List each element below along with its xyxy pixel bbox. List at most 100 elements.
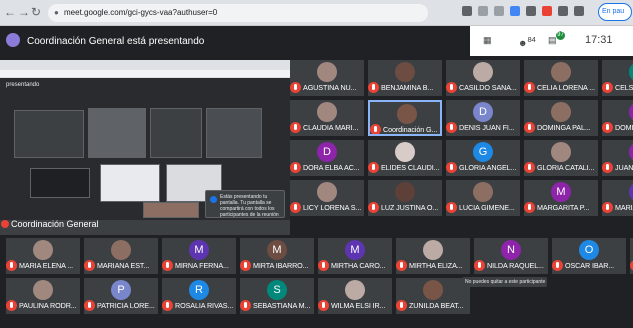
avatar: D [629,102,633,122]
mic-off-icon [396,260,407,271]
participant-name: CELSA I [615,83,633,92]
shared-screen[interactable]: presentando Estás presentando tu pantall… [0,60,290,235]
extension-icon[interactable] [510,6,520,16]
participant-tile[interactable]: N NILDA RAQUEL... [474,238,548,274]
participant-tile[interactable]: P PATRICIA LORE... [84,278,158,314]
participant-tile[interactable]: ZUNILDA BEAT... [396,278,470,314]
participant-tile[interactable]: MARIANA EST... [84,238,158,274]
avatar: R [189,280,209,300]
puzzle-icon[interactable] [558,6,568,16]
reload-icon[interactable]: ↻ [31,5,41,19]
mic-off-icon [446,122,457,133]
participant-tile[interactable]: M MIRNA FERNA... [162,238,236,274]
participant-tile[interactable]: WILMA ELSI IR... [318,278,392,314]
shared-window [143,202,199,218]
mic-off-icon [162,300,173,311]
participant-tile[interactable]: M MIRTHA CARO... [318,238,392,274]
participant-name: MIRTHA CARO... [331,261,386,270]
avatar: M [189,240,209,260]
participant-tile[interactable]: CELIA LORENA ... [524,60,598,96]
people-count: 84 [527,35,536,44]
participant-tile[interactable]: MMARIA [602,180,633,216]
participant-name: NILDA RAQUEL... [487,261,544,270]
avatar-photo [423,280,443,300]
participant-tile[interactable]: DOMINGA PAL... [524,100,598,136]
participant-tile[interactable]: D DORA ELBA AC... [290,140,364,176]
participant-name: DOMITI [615,123,633,132]
mic-off-icon [602,162,613,173]
participant-tile[interactable]: CASILDO SANA... [446,60,520,96]
participant-tile[interactable]: M MARGARITA P... [524,180,598,216]
extension-icon[interactable] [526,6,536,16]
participant-tile[interactable]: D DENIS JUAN FI... [446,100,520,136]
participant-tile[interactable]: Coordinación G... [368,100,442,136]
participant-tile[interactable]: S SEBASTIANA M... [240,278,314,314]
participant-tile[interactable]: GLORIA CATALI... [524,140,598,176]
shared-window [150,108,202,158]
participant-name: JUANA [615,163,633,172]
people-icon[interactable]: ☻84 [518,35,536,48]
mic-off-icon [602,82,613,93]
participant-name: GLORIA ANGEL... [459,163,517,172]
extension-icon[interactable] [494,6,504,16]
shared-url-bar [0,70,290,78]
profile-button[interactable]: En pau [598,3,632,21]
mic-off-icon [446,82,457,93]
back-icon[interactable]: ← [4,5,16,19]
forward-icon[interactable]: → [18,5,30,19]
participant-name: CLAUDIA MARI... [303,123,359,132]
participant-name: WILMA ELSI IR... [331,301,386,310]
participant-name: PATRICIA LORE... [97,301,155,310]
mic-off-icon [552,260,563,271]
lock-icon: ● [54,8,59,17]
participant-tile[interactable]: LUCIA GIMENE... [446,180,520,216]
camera-icon[interactable] [462,6,472,16]
mic-off-icon [368,162,379,173]
participant-tile[interactable]: BENJAMINA B... [368,60,442,96]
mic-off-icon [524,82,535,93]
media-icon[interactable] [574,6,584,16]
avatar-photo [423,240,443,260]
mic-off-icon [368,202,379,213]
clock: 17:31 [585,34,613,46]
avatar-photo [317,62,337,82]
extension-icon[interactable] [542,6,552,16]
participant-tile[interactable]: MARIA ELENA ... [6,238,80,274]
avatar: N [501,240,521,260]
participant-name: DOMINGA PAL... [537,123,591,132]
grid-layout-icon[interactable]: ▦ [483,35,492,46]
participant-name: MARIA [615,203,633,212]
participant-tile[interactable]: M MIRTA IBARRO... [240,238,314,274]
mic-off-icon [318,260,329,271]
participant-tile[interactable]: DDOMITI [602,100,633,136]
mic-off-icon [240,300,251,311]
participant-tile[interactable]: R ROSALIA RIVAS... [162,278,236,314]
participant-tile[interactable]: CLAUDIA MARI... [290,100,364,136]
presenter-name: Coordinación General [11,219,99,229]
shared-window [100,164,160,202]
mic-off-icon [524,162,535,173]
participant-tile[interactable]: PAULINA RODR... [6,278,80,314]
participant-name: ROSALIA RIVAS... [175,301,234,310]
participant-tile[interactable]: G GLORIA ANGEL... [446,140,520,176]
participant-tile[interactable]: O OSCAR IBAR... [552,238,626,274]
avatar-photo [33,280,53,300]
shared-window [14,110,84,158]
participant-tile[interactable]: JJUANA [602,140,633,176]
participant-tile[interactable]: AGUSTINA NU... [290,60,364,96]
participant-name: MIRNA FERNA... [175,261,229,270]
participant-name: DENIS JUAN FI... [459,123,515,132]
chat-badge: 97 [556,31,565,40]
participant-tile[interactable]: LICY LORENA S... [290,180,364,216]
mic-off-icon [290,162,301,173]
sharing-popup: Estás presentando tu pantalla. Tu pantal… [205,190,285,218]
participant-tile[interactable]: CCELSA I [602,60,633,96]
participant-tile[interactable]: ELIDES CLAUDI... [368,140,442,176]
address-bar[interactable]: ● meet.google.com/gci-gycs-vaa?authuser=… [48,4,428,22]
participant-name: ELIDES CLAUDI... [381,163,440,172]
participant-tile[interactable]: MIRTHA ELIZA... [396,238,470,274]
star-icon[interactable] [478,6,488,16]
shared-tabs [0,60,290,70]
participant-tile[interactable]: LUZ JUSTINA O... [368,180,442,216]
mic-off-icon [396,300,407,311]
